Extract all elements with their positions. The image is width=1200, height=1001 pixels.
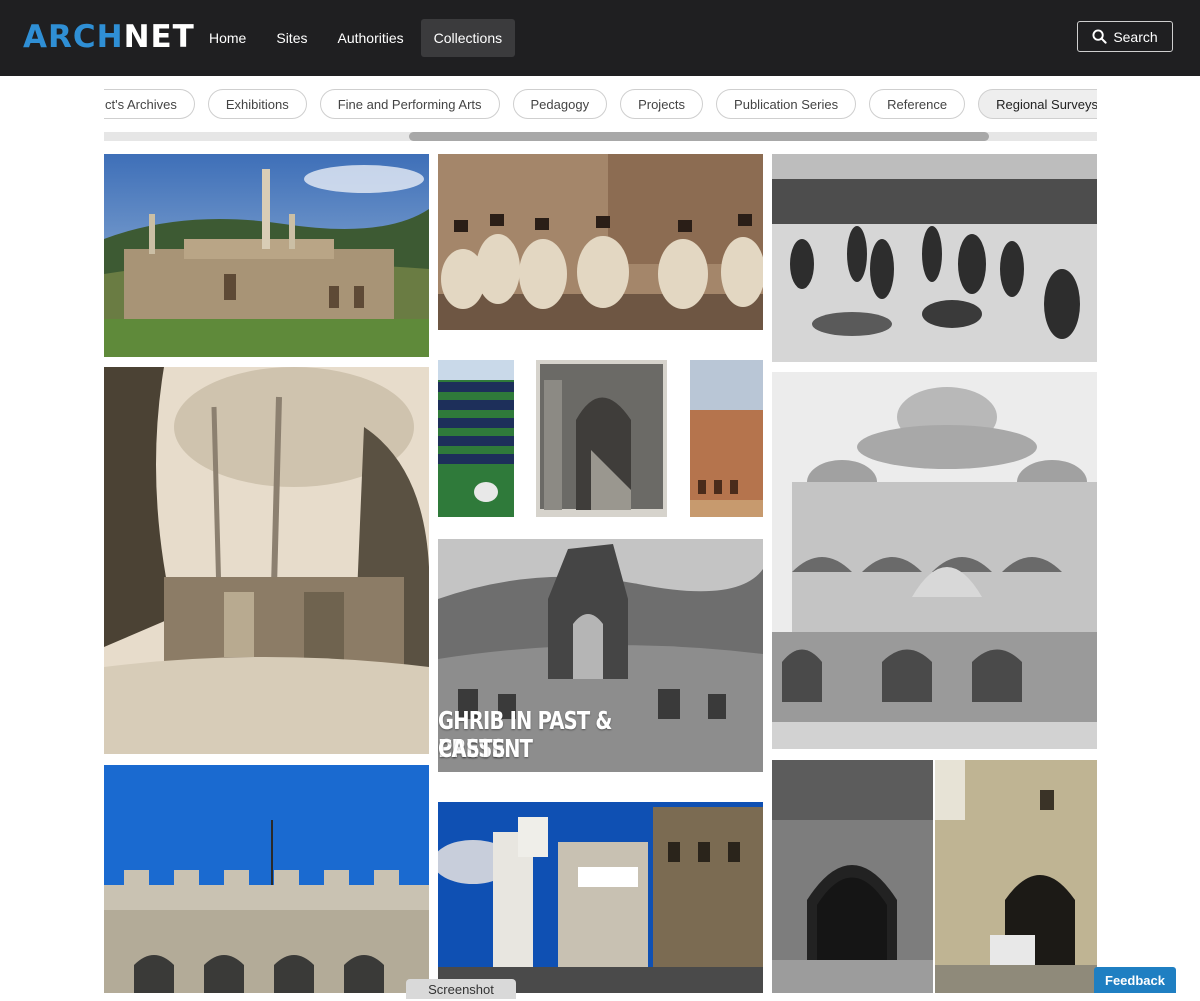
- chips-scrollbar[interactable]: [104, 132, 1097, 141]
- chip-exhibitions[interactable]: Exhibitions: [207, 89, 307, 119]
- screenshot-tab[interactable]: Screenshot: [406, 979, 516, 999]
- logo-part-net: NET: [123, 19, 195, 55]
- gallery-image-fort-battlements[interactable]: [104, 765, 429, 993]
- gallery-image-maghrib-ruins-poster[interactable]: GHRIB IN PAST & PRESENT CASTS: [438, 539, 763, 772]
- search-label: Search: [1113, 28, 1158, 45]
- nav-sites[interactable]: Sites: [263, 19, 320, 57]
- nav-collections[interactable]: Collections: [420, 19, 516, 57]
- chip-architects-archives[interactable]: ct's Archives: [104, 89, 195, 119]
- chip-projects[interactable]: Projects: [620, 89, 704, 119]
- logo-part-arch: ARCH: [23, 19, 124, 55]
- nav-home[interactable]: Home: [196, 19, 259, 57]
- gallery-image-ruined-stone-walls[interactable]: [104, 367, 429, 754]
- chip-publication-series[interactable]: Publication Series: [716, 89, 857, 119]
- gallery-image-arched-gate-bw[interactable]: [772, 760, 933, 993]
- gallery-image-mosque-interior[interactable]: [536, 360, 667, 517]
- chip-fine-and-performing-arts[interactable]: Fine and Performing Arts: [319, 89, 500, 119]
- gallery-image-kasbah-walls[interactable]: [690, 360, 763, 517]
- gallery-image-seated-men-portrait[interactable]: [438, 154, 763, 330]
- gallery-image-arched-gate-color[interactable]: [935, 760, 1097, 993]
- gallery-image-fez-market-postcard[interactable]: [772, 154, 1097, 362]
- gallery-image-tunis-mosque-postcard[interactable]: [772, 372, 1097, 749]
- search-button[interactable]: Search: [1077, 21, 1173, 52]
- main-nav: Home Sites Authorities Collections: [196, 19, 516, 57]
- chip-reference[interactable]: Reference: [869, 89, 966, 119]
- gallery-image-modern-building[interactable]: [438, 360, 514, 517]
- tile-overlay-line2: CASTS: [438, 734, 506, 763]
- nav-authorities[interactable]: Authorities: [324, 19, 416, 57]
- archnet-logo[interactable]: ARCHNET: [23, 17, 195, 57]
- chip-pedagogy[interactable]: Pedagogy: [512, 89, 608, 119]
- search-icon: [1092, 29, 1107, 44]
- chips-scrollbar-thumb[interactable]: [409, 132, 989, 141]
- feedback-button[interactable]: Feedback: [1094, 967, 1176, 993]
- collection-chips-scroller[interactable]: ct's Archives Exhibitions Fine and Perfo…: [104, 86, 1097, 126]
- gallery-image-roman-ruins[interactable]: [104, 154, 429, 357]
- chip-regional-surveys[interactable]: Regional Surveys: [978, 89, 1097, 119]
- gallery-image-colonial-town[interactable]: [438, 802, 763, 993]
- top-navigation-bar: ARCHNET Home Sites Authorities Collectio…: [0, 0, 1200, 76]
